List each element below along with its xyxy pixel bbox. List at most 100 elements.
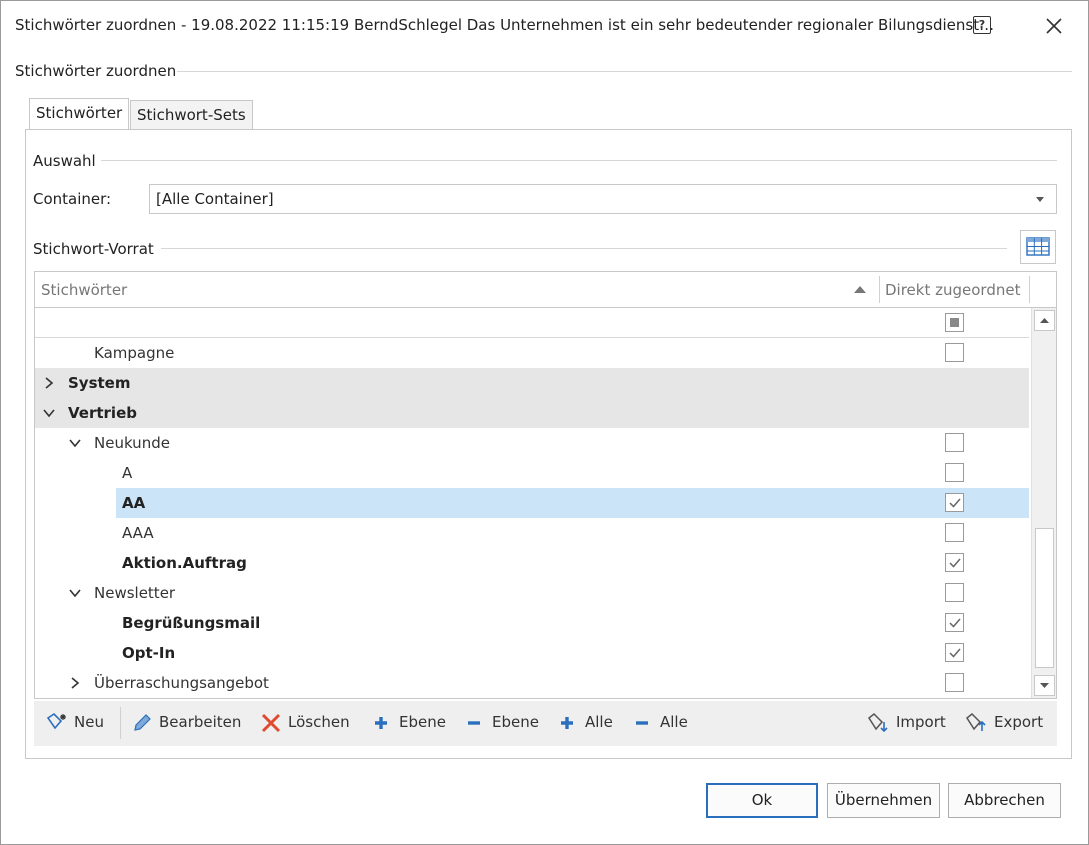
tree-row-label: A [122, 464, 133, 482]
chevron-right-icon[interactable] [68, 676, 82, 690]
direct-assigned-checkbox[interactable] [945, 493, 964, 512]
scroll-up-button[interactable] [1034, 310, 1055, 331]
container-select[interactable]: [Alle Container] [149, 184, 1057, 214]
tree-row[interactable]: Überraschungsangebot [35, 668, 1029, 698]
tree-row[interactable]: AAA [35, 518, 1029, 548]
direct-assigned-checkbox[interactable] [945, 433, 964, 452]
check-icon [949, 618, 961, 628]
edit-button[interactable]: Bearbeiten [131, 711, 247, 735]
direct-assigned-checkbox[interactable] [945, 463, 964, 482]
group-divider [177, 71, 1072, 72]
tree-row-label: Newsletter [94, 584, 176, 602]
column-separator[interactable] [879, 276, 880, 303]
tree-row[interactable]: Neukunde [35, 428, 1029, 458]
tab-stichwoerter[interactable]: Stichwörter [29, 98, 130, 130]
chevron-right-icon[interactable] [42, 376, 56, 390]
plus-icon [561, 717, 573, 729]
scroll-down-button[interactable] [1034, 675, 1055, 696]
direct-assigned-checkbox[interactable] [945, 643, 964, 662]
selection-highlight [116, 488, 1029, 518]
minus-icon [636, 721, 648, 725]
chevron-down-icon[interactable] [42, 406, 56, 420]
delete-x-icon [261, 713, 281, 733]
scroll-thumb[interactable] [1035, 528, 1054, 668]
tree-row[interactable]: Kampagne [35, 338, 1029, 368]
minus-icon [468, 721, 480, 725]
collapse-level-button[interactable]: Ebene [466, 711, 544, 735]
tree-row-label: Kampagne [94, 344, 175, 362]
container-select-value: [Alle Container] [156, 190, 274, 208]
import-tag-icon [868, 712, 888, 733]
group-title-main: Stichwörter zuordnen [15, 62, 177, 80]
group-row[interactable]: System [35, 368, 1029, 398]
direct-assigned-checkbox[interactable] [945, 343, 964, 362]
export-tag-icon [966, 712, 986, 731]
check-icon [949, 558, 961, 568]
direct-assigned-checkbox[interactable] [945, 523, 964, 542]
expand-all-button[interactable]: Alle [559, 711, 621, 735]
title-bar: Stichwörter zuordnen - 19.08.2022 11:15:… [1, 1, 1088, 51]
expand-all-label: Alle [585, 713, 613, 731]
tab-stichwort-sets[interactable]: Stichwort-Sets [130, 100, 253, 130]
pencil-icon [134, 714, 151, 731]
tree-row-label: Überraschungsangebot [94, 674, 269, 692]
edit-button-label: Bearbeiten [159, 713, 242, 731]
import-button[interactable]: Import [866, 711, 952, 735]
direct-assigned-checkbox[interactable] [945, 673, 964, 692]
group-title-vorrat: Stichwort-Vorrat [33, 240, 154, 258]
toolbar-separator [120, 707, 121, 739]
group-divider [101, 160, 1057, 161]
group-title-auswahl: Auswahl [33, 152, 96, 170]
tree-row[interactable]: A [35, 458, 1029, 488]
delete-button-label: Löschen [288, 713, 350, 731]
ok-button[interactable]: Ok [706, 783, 818, 818]
direct-assigned-checkbox[interactable] [945, 583, 964, 602]
check-icon [949, 498, 961, 508]
direct-assigned-checkbox[interactable] [945, 613, 964, 632]
tree-row[interactable]: Begrüßungsmail [35, 608, 1029, 638]
column-separator[interactable] [1029, 276, 1030, 303]
filter-row [35, 308, 1029, 338]
tree-row-label: AAA [122, 524, 154, 542]
column-header-direkt-zugeordnet[interactable]: Direkt zugeordnet [885, 281, 1020, 299]
expand-level-label: Ebene [399, 713, 446, 731]
collapse-all-label: Alle [660, 713, 688, 731]
chevron-down-icon[interactable] [68, 586, 82, 600]
sort-ascending-icon [854, 286, 866, 293]
column-chooser-button[interactable] [1020, 230, 1056, 264]
keyword-tree-grid[interactable]: Stichwörter Direkt zugeordnet Kampagne Sy… [34, 271, 1057, 699]
tree-row[interactable]: Opt-In [35, 638, 1029, 668]
close-icon[interactable] [1039, 11, 1069, 41]
tree-row[interactable]: Aktion.Auftrag [35, 548, 1029, 578]
dialog-window: Stichwörter zuordnen - 19.08.2022 11:15:… [0, 0, 1089, 845]
filter-checkbox[interactable] [945, 313, 964, 332]
group-divider [161, 248, 1007, 249]
new-button[interactable]: Neu [46, 711, 110, 735]
collapse-level-label: Ebene [492, 713, 539, 731]
group-row[interactable]: Vertrieb [35, 398, 1029, 428]
plus-icon [375, 717, 387, 729]
collapse-all-button[interactable]: Alle [634, 711, 696, 735]
tree-row[interactable]: Newsletter [35, 578, 1029, 608]
tree-row-label: Aktion.Auftrag [122, 554, 247, 572]
container-label: Container: [33, 190, 112, 208]
expand-level-button[interactable]: Ebene [373, 711, 451, 735]
tree-row-label: Begrüßungsmail [122, 614, 261, 632]
table-icon [1026, 237, 1050, 256]
window-title: Stichwörter zuordnen - 19.08.2022 11:15:… [15, 16, 995, 34]
tree-row-label: Opt-In [122, 644, 176, 662]
chevron-down-icon [1036, 197, 1044, 202]
import-button-label: Import [896, 713, 946, 731]
grid-header: Stichwörter Direkt zugeordnet [35, 272, 1056, 308]
apply-button[interactable]: Übernehmen [827, 783, 940, 818]
vertical-scrollbar[interactable] [1031, 308, 1056, 698]
help-icon[interactable]: ? [973, 16, 991, 34]
export-button[interactable]: Export [964, 711, 1050, 735]
cancel-button[interactable]: Abbrechen [948, 783, 1061, 818]
delete-button[interactable]: Löschen [260, 711, 358, 735]
tree-row[interactable]: AA [35, 488, 1029, 518]
column-header-stichwoerter[interactable]: Stichwörter [41, 281, 127, 299]
chevron-down-icon[interactable] [68, 436, 82, 450]
direct-assigned-checkbox[interactable] [945, 553, 964, 572]
new-button-label: Neu [74, 713, 104, 731]
